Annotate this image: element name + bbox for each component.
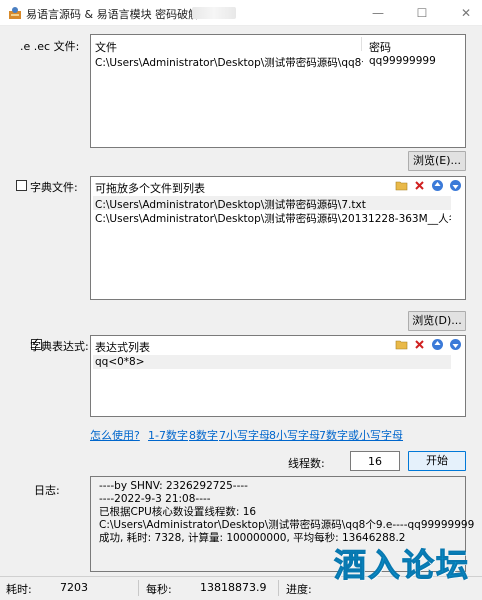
dict-file-label: 字典文件: (30, 181, 78, 194)
threads-input[interactable]: 16 (350, 451, 400, 471)
table-row[interactable]: C:\Users\Administrator\Desktop\测试带密码源码\q… (91, 53, 465, 69)
list-item[interactable]: C:\Users\Administrator\Desktop\测试带密码源码\2… (93, 210, 451, 225)
list-item[interactable]: C:\Users\Administrator\Desktop\测试带密码源码\7… (93, 196, 451, 211)
dict-file-path: C:\Users\Administrator\Desktop\测试带密码源码\2… (95, 213, 451, 225)
delete-icon[interactable] (413, 179, 426, 192)
log-label: 日志: (34, 484, 60, 497)
expr-list-header: 表达式列表 (95, 341, 150, 354)
folder-icon[interactable] (395, 179, 408, 192)
progress-label: 进度: (286, 583, 312, 596)
persec-label: 每秒: (146, 583, 172, 596)
title-redacted (192, 7, 236, 19)
maximize-button[interactable]: ☐ (408, 4, 436, 22)
expr-item: qq<0*8> (95, 356, 145, 368)
expr-list[interactable]: 表达式列表 qq<0*8> (90, 335, 466, 417)
move-up-icon[interactable] (431, 179, 444, 192)
log-line: ----2022-9-3 21:08---- (99, 493, 211, 505)
elapsed-label: 耗时: (6, 583, 32, 596)
dict-file-checkbox[interactable] (16, 180, 27, 191)
status-divider (138, 580, 139, 596)
file-cell: C:\Users\Administrator\Desktop\测试带密码源码\q… (95, 57, 363, 69)
title-bar: 易语言源码 & 易语言模块 密码破解 - 5 — ☐ ✕ (0, 0, 482, 26)
files-label: .e .ec 文件: (20, 40, 80, 53)
files-list[interactable]: 文件 密码 C:\Users\Administrator\Desktop\测试带… (90, 34, 466, 148)
window-title: 易语言源码 & 易语言模块 密码破解 - 5 (26, 8, 218, 21)
preset-1-7-digits-link[interactable]: 1-7数字 (148, 427, 188, 443)
delete-icon[interactable] (413, 338, 426, 351)
threads-label: 线程数: (288, 457, 325, 470)
dict-file-list[interactable]: 可拖放多个文件到列表 C:\Users\Administrator\Deskto… (90, 176, 466, 300)
status-divider (278, 580, 279, 596)
persec-value: 13818873.9 (200, 581, 267, 594)
list-item[interactable]: qq<0*8> (93, 355, 451, 369)
dict-list-header: 可拖放多个文件到列表 (95, 182, 205, 195)
preset-8-digits-link[interactable]: 8数字 (189, 427, 218, 443)
dict-expr-label: 字典表达式: (30, 340, 89, 353)
minimize-button[interactable]: — (364, 4, 392, 22)
folder-icon[interactable] (395, 338, 408, 351)
help-link[interactable]: 怎么使用? (90, 427, 140, 443)
move-down-icon[interactable] (449, 338, 462, 351)
browse-e-button[interactable]: 浏览(E)... (408, 151, 466, 171)
log-line: C:\Users\Administrator\Desktop\测试带密码源码\q… (99, 519, 475, 531)
preset-7-lowercase-link[interactable]: 7小写字母 (219, 427, 270, 443)
forum-watermark: 酒入论坛 (333, 546, 470, 585)
col-divider (361, 37, 362, 51)
log-line: ----by SHNV: 2326292725---- (99, 480, 248, 492)
log-line: 已根据CPU核心数设置线程数: 16 (99, 506, 257, 518)
start-button[interactable]: 开始 (408, 451, 466, 471)
preset-7-digit-or-lower-link[interactable]: 7数字或小写字母 (319, 427, 403, 443)
close-button[interactable]: ✕ (452, 4, 480, 22)
preset-8-lowercase-link[interactable]: 8小写字母 (269, 427, 320, 443)
move-up-icon[interactable] (431, 338, 444, 351)
app-icon (9, 7, 21, 19)
elapsed-value: 7203 (60, 581, 88, 594)
browse-d-button[interactable]: 浏览(D)... (408, 311, 466, 331)
move-down-icon[interactable] (449, 179, 462, 192)
password-cell: qq99999999 (369, 55, 436, 67)
